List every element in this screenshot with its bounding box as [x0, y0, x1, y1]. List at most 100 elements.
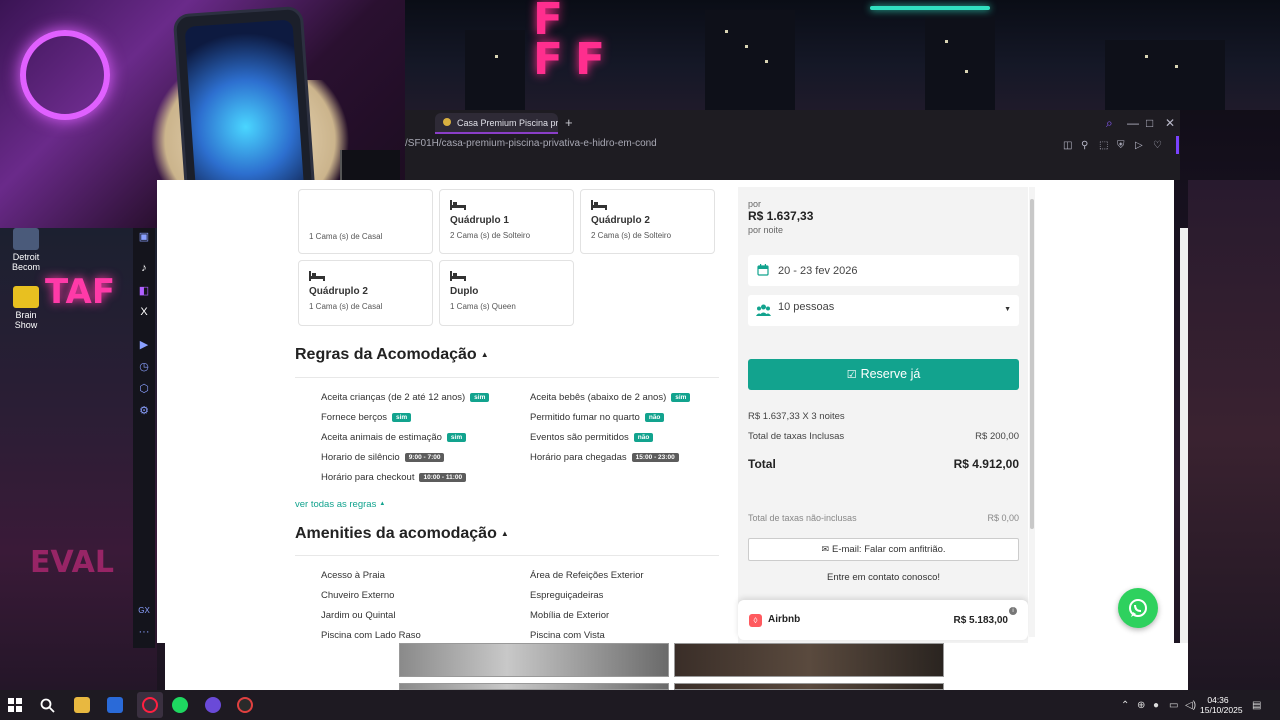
see-all-rules-link[interactable]: ver todas as regras ▲: [295, 499, 385, 510]
screenshot-icon[interactable]: ⬚: [1099, 140, 1108, 151]
history-icon[interactable]: ◷: [133, 360, 155, 373]
badge: não: [644, 412, 665, 422]
price-prefix: por: [748, 199, 762, 209]
rule-item: Horario de silêncio 9:00 - 7:00: [321, 452, 445, 463]
clock[interactable]: 04:36 15/10/2025: [1200, 695, 1243, 715]
rules-heading[interactable]: Regras da Acomodação ▲: [295, 346, 489, 364]
bed-icon: [450, 271, 466, 281]
tiktok-icon[interactable]: ♪: [133, 262, 155, 274]
file-explorer-icon[interactable]: [74, 697, 90, 713]
address-bar[interactable]: /SF01H/casa-premium-piscina-privativa-e-…: [405, 138, 657, 149]
close-icon[interactable]: ✕: [1165, 116, 1175, 130]
photo: [399, 643, 669, 677]
room-card[interactable]: Quádruplo 2 2 Cama (s) de Solteiro: [580, 189, 715, 254]
amenity-item: Acesso à Praia: [321, 570, 385, 581]
room-card[interactable]: Quádruplo 1 2 Cama (s) de Solteiro: [439, 189, 574, 254]
search-icon[interactable]: [40, 698, 55, 713]
guests-select[interactable]: 10 pessoas ▼: [748, 295, 1019, 326]
app-icon[interactable]: [107, 697, 123, 713]
total-value: R$ 4.912,00: [953, 457, 1019, 471]
reserve-button[interactable]: ☑ Reserve já: [748, 359, 1019, 390]
messenger-icon[interactable]: ▣: [133, 230, 155, 243]
network-icon[interactable]: ⊕: [1137, 700, 1145, 711]
rule-item: Fornece berços sim: [321, 412, 412, 423]
rule-item: Horário para checkout 10:00 - 11:00: [321, 472, 467, 483]
rule-item: Horário para chegadas 15:00 - 23:00: [530, 452, 679, 463]
rule-item: Aceita crianças (de 2 até 12 anos) sim: [321, 392, 490, 403]
neon-sign: TAF: [45, 272, 116, 312]
game-icon: [13, 228, 39, 250]
excluded-taxes-value: R$ 0,00: [987, 513, 1019, 523]
calendar-check-icon: ☑: [846, 369, 857, 381]
new-tab-button[interactable]: +: [565, 115, 573, 130]
spotify-icon[interactable]: [172, 697, 188, 713]
pin-icon[interactable]: ⚲: [1081, 140, 1088, 151]
rule-item: Permitido fumar no quarto não: [530, 412, 665, 423]
app-icon[interactable]: [237, 697, 253, 713]
extensions-icon[interactable]: ⬡: [133, 382, 155, 395]
calendar-icon: [757, 264, 769, 276]
x-icon[interactable]: X: [133, 306, 155, 318]
divider: [295, 377, 719, 378]
date-picker[interactable]: 20 - 23 fev 2026: [748, 255, 1019, 286]
more-icon[interactable]: ···: [133, 626, 155, 638]
wallpaper-right: [1188, 180, 1280, 690]
nights-breakdown: R$ 1.637,33 X 3 noites: [748, 411, 845, 422]
app-icon[interactable]: [205, 697, 221, 713]
sidebar-toggle-icon[interactable]: ◫: [1063, 140, 1072, 151]
search-icon[interactable]: ⌕: [1106, 116, 1113, 131]
shield-icon[interactable]: ⛨: [1117, 140, 1125, 151]
microphone-icon[interactable]: ●: [1153, 700, 1159, 711]
minimize-icon[interactable]: —: [1127, 116, 1139, 130]
price-suffix: por noite: [748, 225, 784, 235]
total-label: Total: [748, 457, 776, 471]
rule-item: Eventos são permitidos não: [530, 432, 654, 443]
photo: [399, 683, 669, 690]
nightly-price: R$ 1.637,33: [748, 209, 814, 223]
bed-icon: [450, 200, 466, 210]
taxes-value: R$ 200,00: [975, 431, 1019, 442]
play-icon[interactable]: ▷: [1135, 140, 1143, 151]
settings-icon[interactable]: ⚙: [133, 404, 155, 417]
badge: 10:00 - 11:00: [419, 472, 467, 482]
twitch-icon[interactable]: ◧: [133, 284, 155, 297]
page-scrollbar[interactable]: [1180, 228, 1188, 690]
photo: [674, 643, 944, 677]
room-card[interactable]: 1 Cama (s) de Casal: [298, 189, 433, 254]
room-card[interactable]: Duplo 1 Cama (s) Queen: [439, 260, 574, 326]
volume-icon[interactable]: ◁): [1185, 700, 1196, 711]
amenity-item: Chuveiro Externo: [321, 590, 395, 601]
opera-gx-icon[interactable]: [142, 697, 158, 713]
airbnb-comparison: ◊ Airbnb R$ 5.183,00 i: [738, 600, 1028, 640]
accent-edge: [1176, 136, 1179, 154]
amenities-heading[interactable]: Amenities da acomodação ▲: [295, 525, 509, 543]
page-viewport: 1 Cama (s) de Casal Quádruplo 1 2 Cama (…: [157, 180, 1174, 643]
amenity-item: Piscina com Lado Raso: [321, 630, 421, 641]
desktop-icon-detroit[interactable]: Detroit Becom: [4, 228, 48, 272]
notifications-icon[interactable]: ▤: [1252, 700, 1261, 711]
excluded-taxes-label: Total de taxas não-inclusas: [748, 513, 857, 523]
player-icon[interactable]: ▶: [133, 338, 155, 351]
amenity-item: Área de Refeições Exterior: [530, 570, 644, 581]
whatsapp-button[interactable]: [1118, 588, 1158, 628]
whatsapp-icon: [1129, 599, 1147, 617]
windows-start-icon[interactable]: [8, 698, 22, 712]
info-icon[interactable]: i: [1009, 607, 1017, 615]
bed-icon: [591, 200, 607, 210]
amenity-item: Espreguiçadeiras: [530, 590, 604, 601]
display-icon[interactable]: ▭: [1169, 700, 1178, 711]
room-card[interactable]: Quádruplo 2 1 Cama (s) de Casal: [298, 260, 433, 326]
chevron-up-icon[interactable]: ⌃: [1121, 700, 1129, 711]
tab-casa-premium[interactable]: Casa Premium Piscina pri: [435, 113, 558, 134]
gx-icon[interactable]: GX: [133, 606, 155, 615]
desktop-icon-brain-show[interactable]: Brain Show: [4, 286, 48, 330]
panel-scrollbar[interactable]: [1029, 187, 1035, 637]
email-host-button[interactable]: ✉ E-mail: Falar com anfitrião.: [748, 538, 1019, 561]
game-icon: [13, 286, 39, 308]
badge: sim: [470, 392, 490, 402]
maximize-icon[interactable]: □: [1146, 116, 1153, 130]
photo: [674, 683, 944, 690]
contact-text: Entre em contato conosco!: [826, 572, 940, 583]
rule-item: Aceita animais de estimação sim: [321, 432, 467, 443]
heart-icon[interactable]: ♡: [1153, 140, 1162, 151]
